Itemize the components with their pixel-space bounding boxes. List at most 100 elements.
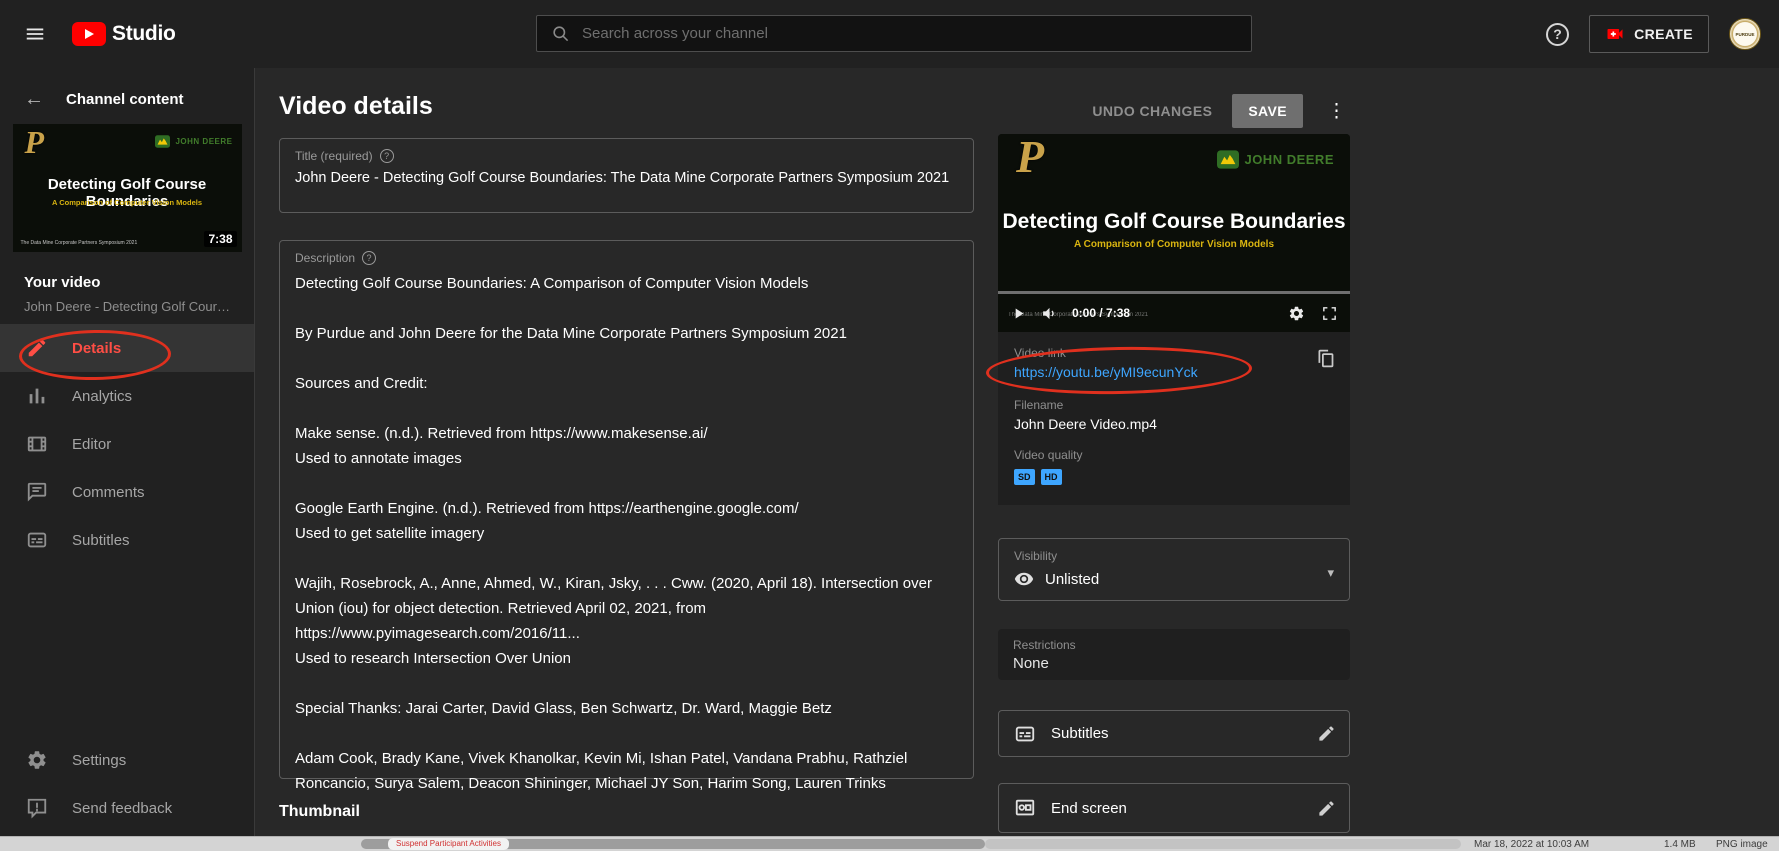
scrollbar-handle[interactable] bbox=[985, 839, 1461, 849]
restrictions-value: None bbox=[1013, 655, 1335, 672]
purdue-logo: P bbox=[1016, 134, 1044, 183]
save-button[interactable]: SAVE bbox=[1232, 94, 1303, 128]
undo-changes-button[interactable]: UNDO CHANGES bbox=[1092, 103, 1212, 119]
hamburger-menu-button[interactable] bbox=[24, 23, 46, 45]
back-row: ← Channel content bbox=[0, 68, 254, 124]
subtitles-icon bbox=[26, 529, 48, 551]
sidebar: ← Channel content P JOHN DEERE Detecting… bbox=[0, 68, 255, 836]
question-icon: ? bbox=[1553, 26, 1562, 42]
description-label-row: Description ? bbox=[295, 251, 958, 265]
player-settings-button[interactable] bbox=[1288, 305, 1305, 322]
title-field[interactable]: Title (required) ? John Deere - Detectin… bbox=[279, 138, 974, 213]
feedback-icon bbox=[26, 797, 48, 819]
player-controls: 0:00 / 7:38 bbox=[998, 294, 1350, 332]
visibility-label: Visibility bbox=[1014, 549, 1334, 563]
john-deere-wordmark: JOHN DEERE bbox=[1244, 152, 1334, 167]
back-arrow-icon[interactable]: ← bbox=[24, 90, 44, 108]
sidebar-item-label: Editor bbox=[72, 436, 111, 453]
visibility-value: Unlisted bbox=[1045, 571, 1099, 588]
deere-icon bbox=[155, 135, 170, 148]
title-value[interactable]: John Deere - Detecting Golf Course Bound… bbox=[295, 170, 958, 186]
background-link[interactable]: Suspend Participant Activities bbox=[388, 838, 509, 850]
fullscreen-button[interactable] bbox=[1321, 305, 1338, 322]
youtube-studio-logo[interactable]: Studio bbox=[72, 22, 176, 46]
gear-icon bbox=[26, 749, 48, 771]
description-label: Description bbox=[295, 251, 355, 265]
play-button[interactable] bbox=[1010, 305, 1027, 322]
sd-quality-badge[interactable]: SD bbox=[1014, 469, 1035, 485]
deere-icon bbox=[1217, 150, 1239, 169]
topbar: Studio ? CREATE PURDUE bbox=[0, 0, 1779, 68]
page-title: Video details bbox=[279, 92, 433, 121]
comment-bubble-icon bbox=[26, 481, 48, 503]
duration-badge: 7:38 bbox=[204, 231, 236, 247]
thumbnail-title: Detecting Golf Course Boundaries bbox=[998, 210, 1350, 234]
edit-end-screen-button[interactable] bbox=[1317, 799, 1336, 818]
edit-subtitles-button[interactable] bbox=[1317, 724, 1336, 743]
description-field[interactable]: Description ? Detecting Golf Course Boun… bbox=[279, 240, 974, 779]
sidebar-item-comments[interactable]: Comments bbox=[0, 468, 254, 516]
chevron-down-icon[interactable]: ▾ bbox=[1327, 565, 1334, 581]
video-link[interactable]: https://youtu.be/yMI9ecunYck bbox=[1014, 364, 1198, 380]
help-button[interactable]: ? bbox=[1546, 23, 1569, 46]
sidebar-item-details[interactable]: Details bbox=[0, 324, 254, 372]
subtitles-card[interactable]: Subtitles bbox=[998, 710, 1350, 757]
purdue-logo: P bbox=[25, 124, 45, 161]
title-label: Title (required) bbox=[295, 149, 373, 163]
title-label-row: Title (required) ? bbox=[295, 149, 958, 163]
bar-chart-icon bbox=[26, 385, 48, 407]
description-value[interactable]: Detecting Golf Course Boundaries: A Comp… bbox=[295, 271, 958, 796]
sidebar-item-label: Send feedback bbox=[72, 800, 172, 817]
end-screen-icon bbox=[1014, 797, 1036, 819]
video-title-short: John Deere - Detecting Golf Course ... bbox=[0, 299, 254, 314]
title-help-icon[interactable]: ? bbox=[380, 149, 394, 163]
end-screen-card-label: End screen bbox=[1051, 800, 1127, 817]
hamburger-icon bbox=[24, 23, 46, 45]
gear-icon bbox=[1288, 305, 1305, 322]
sidebar-footer: Settings Send feedback bbox=[0, 736, 254, 832]
volume-button[interactable] bbox=[1041, 305, 1058, 322]
sidebar-item-label: Comments bbox=[72, 484, 145, 501]
video-details-form: Title (required) ? John Deere - Detectin… bbox=[279, 138, 974, 806]
video-thumbnail[interactable]: P JOHN DEERE Detecting Golf Course Bound… bbox=[13, 124, 242, 252]
john-deere-wordmark: JOHN DEERE bbox=[175, 137, 232, 146]
filename-value: John Deere Video.mp4 bbox=[1014, 416, 1334, 432]
file-type: PNG image bbox=[1716, 839, 1768, 850]
sidebar-item-settings[interactable]: Settings bbox=[0, 736, 254, 784]
end-screen-card[interactable]: End screen bbox=[998, 783, 1350, 833]
quality-badges: SD HD bbox=[1014, 469, 1334, 485]
search-input[interactable] bbox=[582, 25, 1237, 42]
subtitles-icon bbox=[1014, 723, 1036, 745]
sidebar-item-subtitles[interactable]: Subtitles bbox=[0, 516, 254, 564]
copy-link-button[interactable] bbox=[1315, 348, 1336, 369]
thumbnail-art: P JOHN DEERE Detecting Golf Course Bound… bbox=[13, 124, 242, 252]
john-deere-logo: JOHN DEERE bbox=[155, 135, 232, 148]
account-avatar[interactable]: PURDUE bbox=[1729, 18, 1761, 50]
description-help-icon[interactable]: ? bbox=[362, 251, 376, 265]
back-label: Channel content bbox=[66, 91, 184, 108]
play-icon bbox=[1010, 305, 1027, 322]
restrictions-card[interactable]: Restrictions None bbox=[998, 629, 1350, 680]
fullscreen-icon bbox=[1321, 305, 1338, 322]
avatar-text: PURDUE bbox=[1735, 32, 1754, 37]
overflow-menu-button[interactable]: ⋮ bbox=[1323, 100, 1350, 123]
sidebar-item-label: Analytics bbox=[72, 388, 132, 405]
hd-quality-badge[interactable]: HD bbox=[1041, 469, 1062, 485]
thumbnail-section-label: Thumbnail bbox=[279, 803, 360, 821]
brand-name: Studio bbox=[112, 22, 176, 46]
search-icon bbox=[551, 24, 570, 43]
sidebar-item-editor[interactable]: Editor bbox=[0, 420, 254, 468]
pencil-icon bbox=[1317, 724, 1336, 743]
sidebar-item-send-feedback[interactable]: Send feedback bbox=[0, 784, 254, 832]
video-quality-label: Video quality bbox=[1014, 448, 1334, 462]
create-button[interactable]: CREATE bbox=[1589, 15, 1709, 53]
header-actions: UNDO CHANGES SAVE ⋮ bbox=[1092, 94, 1350, 128]
visibility-row: Unlisted bbox=[1014, 569, 1334, 589]
video-player[interactable]: P JOHN DEERE Detecting Golf Course Bound… bbox=[998, 134, 1350, 332]
sidebar-item-analytics[interactable]: Analytics bbox=[0, 372, 254, 420]
sidebar-item-label: Subtitles bbox=[72, 532, 130, 549]
channel-search-box[interactable] bbox=[536, 15, 1252, 52]
thumbnail-subtitle: A Comparison of Computer Vision Models bbox=[13, 198, 242, 207]
subtitles-card-label: Subtitles bbox=[1051, 725, 1109, 742]
visibility-card[interactable]: Visibility Unlisted ▾ bbox=[998, 538, 1350, 601]
